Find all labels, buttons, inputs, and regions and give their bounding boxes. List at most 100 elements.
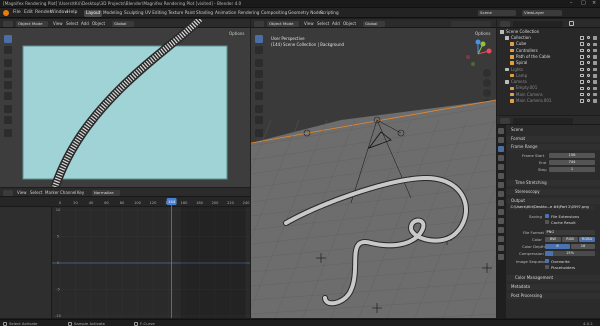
color-depth-8-button[interactable]: 8 xyxy=(545,244,570,249)
maximize-button[interactable]: □ xyxy=(581,1,586,6)
properties-search-input[interactable] xyxy=(513,117,573,124)
outliner-row[interactable]: Controllers xyxy=(497,48,600,54)
outliner-type-icon[interactable] xyxy=(500,20,510,27)
menu-help[interactable]: Help xyxy=(67,10,77,16)
exclude-checkbox-icon[interactable] xyxy=(580,92,584,97)
outliner-row[interactable]: Spiral xyxy=(497,60,600,66)
texture-tab-icon[interactable] xyxy=(498,254,504,260)
viewport-shading-buttons[interactable] xyxy=(451,20,491,27)
placeholders-checkbox[interactable] xyxy=(545,265,549,269)
graph-editor[interactable]: View Select Marker Channel Key Normalize… xyxy=(0,188,250,318)
output-path-field[interactable]: C:\Users\tKri\Deskto...e #4\Part 2\0597.… xyxy=(509,205,595,210)
render-camera-icon[interactable] xyxy=(593,36,597,40)
exclude-checkbox-icon[interactable] xyxy=(580,61,584,65)
compression-slider[interactable]: 15% xyxy=(545,251,595,256)
outliner-row[interactable]: Empty.001 xyxy=(497,85,600,91)
visibility-eye-icon[interactable] xyxy=(587,36,590,40)
close-button[interactable]: × xyxy=(592,1,596,6)
file-format-dropdown[interactable]: PNG xyxy=(545,230,595,235)
color-management-panel-header[interactable]: Color Management xyxy=(507,275,600,281)
main-menu-view[interactable]: View xyxy=(304,22,314,26)
particles-tab-icon[interactable] xyxy=(498,209,504,215)
workspace-tab-uv-editing[interactable]: UV Editing xyxy=(143,10,169,17)
workspace-tab-modeling[interactable]: Modeling xyxy=(101,10,124,17)
physics-tab-icon[interactable] xyxy=(498,218,504,224)
visibility-eye-icon[interactable] xyxy=(587,86,590,90)
exclude-checkbox-icon[interactable] xyxy=(580,42,584,46)
scene-tab-icon[interactable] xyxy=(498,164,504,170)
workspace-tab-animation[interactable]: Animation xyxy=(213,10,238,17)
outliner-row[interactable]: Path of the Cable xyxy=(497,54,600,60)
workspace-tab-scripting[interactable]: Scripting xyxy=(318,10,341,17)
visibility-eye-icon[interactable] xyxy=(587,55,590,59)
menu-window[interactable]: Window xyxy=(50,10,68,16)
camera-viewport[interactable]: Object Mode View Select Add Object Globa… xyxy=(0,19,250,187)
outliner[interactable]: Scene Collection Collection Cube Controlle… xyxy=(497,19,600,115)
collection-tab-icon[interactable] xyxy=(498,182,504,188)
main-editor-type-icon[interactable] xyxy=(254,20,264,27)
exclude-checkbox-icon[interactable] xyxy=(580,80,584,84)
color-rgba-button[interactable]: RGBA xyxy=(579,237,595,242)
color-depth-16-button[interactable]: 16 xyxy=(571,244,595,249)
workspace-tab-shading[interactable]: Shading xyxy=(194,10,215,17)
exclude-checkbox-icon[interactable] xyxy=(580,55,584,59)
constraints-tab-icon[interactable] xyxy=(498,227,504,233)
workspace-tab-layout[interactable]: Layout xyxy=(84,9,103,17)
render-camera-icon[interactable] xyxy=(593,42,597,47)
material-tab-icon[interactable] xyxy=(498,245,504,251)
render-camera-icon[interactable] xyxy=(593,99,597,103)
filter-icon[interactable] xyxy=(569,21,574,26)
frame-end-field[interactable]: 744 xyxy=(549,160,595,165)
exclude-checkbox-icon[interactable] xyxy=(580,73,584,78)
file-extensions-checkbox[interactable] xyxy=(545,214,549,218)
workspace-tab-rendering[interactable]: Rendering xyxy=(236,10,261,17)
visibility-eye-icon[interactable] xyxy=(587,74,590,78)
exclude-checkbox-icon[interactable] xyxy=(580,99,584,103)
stereoscopy-panel-header[interactable]: Stereoscopy xyxy=(507,189,600,195)
exclude-checkbox-icon[interactable] xyxy=(580,67,584,72)
render-camera-icon[interactable] xyxy=(593,92,597,97)
properties-editor[interactable]: Scene Format Frame Range Frame Start 156… xyxy=(497,116,600,318)
exclude-checkbox-icon[interactable] xyxy=(580,36,584,40)
format-panel-header[interactable]: Format xyxy=(507,136,600,142)
overwrite-checkbox[interactable] xyxy=(545,259,549,263)
render-camera-icon[interactable] xyxy=(593,86,597,91)
color-bw-button[interactable]: BW xyxy=(545,237,561,242)
render-camera-icon[interactable] xyxy=(593,48,597,53)
data-tab-icon[interactable] xyxy=(498,236,504,242)
scene-selector[interactable]: Scene xyxy=(478,10,516,16)
render-camera-icon[interactable] xyxy=(593,74,597,78)
workspace-tab-compositing[interactable]: Compositing xyxy=(259,10,289,17)
menu-render[interactable]: Render xyxy=(35,10,51,16)
metadata-panel-header[interactable]: Metadata xyxy=(507,284,600,290)
main-menu-select[interactable]: Select xyxy=(317,22,329,26)
cache-result-checkbox[interactable] xyxy=(545,220,549,224)
frame-step-field[interactable]: 1 xyxy=(549,167,595,172)
modifiers-tab-icon[interactable] xyxy=(498,200,504,206)
render-camera-icon[interactable] xyxy=(593,61,597,65)
post-processing-panel-header[interactable]: Post Processing xyxy=(507,293,600,299)
output-panel-header[interactable]: Output xyxy=(507,198,600,204)
minimize-button[interactable]: – xyxy=(570,1,573,6)
outliner-row[interactable]: Lamp xyxy=(497,73,600,79)
visibility-eye-icon[interactable] xyxy=(587,92,590,96)
menu-edit[interactable]: Edit xyxy=(24,10,33,16)
visibility-eye-icon[interactable] xyxy=(587,61,590,65)
outliner-row[interactable]: Main Camera xyxy=(497,92,600,98)
frame-start-field[interactable]: 156 xyxy=(549,153,595,158)
menu-file[interactable]: File xyxy=(13,10,21,16)
properties-type-icon[interactable] xyxy=(500,117,510,124)
workspace-tab-texture-paint[interactable]: Texture Paint xyxy=(166,10,197,17)
render-camera-icon[interactable] xyxy=(593,80,597,84)
visibility-eye-icon[interactable] xyxy=(587,99,590,103)
view-layer-tab-icon[interactable] xyxy=(498,155,504,161)
render-camera-icon[interactable] xyxy=(593,55,597,59)
world-tab-icon[interactable] xyxy=(498,173,504,179)
main-menu-object[interactable]: Object xyxy=(343,22,356,26)
outliner-search-input[interactable] xyxy=(513,20,563,27)
exclude-checkbox-icon[interactable] xyxy=(580,48,584,53)
visibility-eye-icon[interactable] xyxy=(587,67,590,71)
output-tab-icon[interactable] xyxy=(498,146,504,152)
main-3d-viewport[interactable]: Object Mode View Select Add Object Globa… xyxy=(251,19,496,318)
main-transform-dropdown[interactable]: Global xyxy=(363,20,385,27)
